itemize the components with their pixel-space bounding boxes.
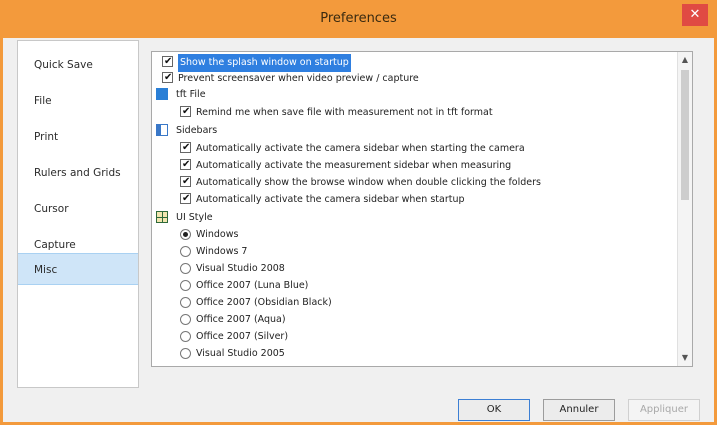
- prevent-screensaver-checkbox[interactable]: [162, 69, 173, 87]
- sidebar-item-quick-save[interactable]: Quick Save: [18, 49, 138, 81]
- sidebar-item-misc[interactable]: Misc: [18, 253, 138, 285]
- ui-style-radio[interactable]: [180, 314, 191, 325]
- ui-style-option-label: Office 2007 (Aqua): [196, 314, 286, 325]
- ui-style-option-label: Office 2007 (Luna Blue): [196, 280, 309, 291]
- ui-style-option-label: Windows 7: [196, 246, 248, 257]
- ui-style-radio[interactable]: [180, 229, 191, 240]
- sidebar-option-checkbox[interactable]: [180, 190, 191, 208]
- ui-style-option-label: Windows: [196, 229, 239, 240]
- ui-style-radio[interactable]: [180, 280, 191, 291]
- ui-style-option-label: Visual Studio 2008: [196, 263, 285, 274]
- sidebar-option-label: Automatically activate the measurement s…: [196, 160, 512, 171]
- sidebar-option-checkbox[interactable]: [180, 173, 191, 191]
- sidebar-item-cursor[interactable]: Cursor: [18, 193, 138, 225]
- close-icon: ✕: [689, 7, 701, 22]
- sidebar-item-rulers-and-grids[interactable]: Rulers and Grids: [18, 157, 138, 189]
- ui-style-option-label: Office 2007 (Obsidian Black): [196, 297, 332, 308]
- sidebar-item-print[interactable]: Print: [18, 121, 138, 153]
- grid-icon: [156, 211, 168, 223]
- ui-style-option-label: Office 2007 (Silver): [196, 331, 289, 342]
- apply-button[interactable]: Appliquer: [628, 399, 700, 421]
- scroll-down-icon[interactable]: ▼: [678, 352, 692, 364]
- category-sidebar: Quick Save File Print Rulers and Grids C…: [17, 40, 139, 388]
- sidebar-option-checkbox[interactable]: [180, 139, 191, 157]
- sidebar-option-label: Automatically show the browse window whe…: [196, 177, 541, 188]
- prevent-screensaver-label: Prevent screensaver when video preview /…: [178, 73, 419, 84]
- ui-style-radio[interactable]: [180, 348, 191, 359]
- tft-file-heading: tft File: [176, 89, 206, 100]
- sidebar-option-label: Automatically activate the camera sideba…: [196, 143, 525, 154]
- sidebar-option-label: Automatically activate the camera sideba…: [196, 194, 465, 205]
- file-icon: [156, 88, 168, 100]
- cancel-button[interactable]: Annuler: [543, 399, 615, 421]
- scroll-up-icon[interactable]: ▲: [678, 54, 692, 66]
- title-bar: Preferences ✕: [3, 0, 714, 38]
- preferences-window: Preferences ✕ Quick Save File Print Rule…: [0, 0, 717, 425]
- sidebars-heading: Sidebars: [176, 125, 218, 136]
- vertical-scrollbar[interactable]: ▲ ▼: [677, 52, 692, 366]
- dialog-footer: OK Annuler Appliquer: [3, 391, 714, 422]
- scroll-thumb[interactable]: [681, 70, 689, 200]
- sidebar-icon: [156, 124, 168, 136]
- misc-settings-panel: Show the splash window on startup Preven…: [151, 51, 693, 367]
- ui-style-heading: UI Style: [176, 212, 213, 223]
- window-title: Preferences: [320, 11, 397, 26]
- ui-style-radio[interactable]: [180, 263, 191, 274]
- ui-style-option-label: Visual Studio 2005: [196, 348, 285, 359]
- sidebar-item-file[interactable]: File: [18, 85, 138, 117]
- ui-style-radio[interactable]: [180, 297, 191, 308]
- remind-tft-checkbox[interactable]: [180, 103, 191, 121]
- ui-style-radio[interactable]: [180, 246, 191, 257]
- ok-button[interactable]: OK: [458, 399, 530, 421]
- sidebar-option-checkbox[interactable]: [180, 156, 191, 174]
- show-splash-checkbox[interactable]: [162, 53, 173, 71]
- remind-tft-label: Remind me when save file with measuremen…: [196, 107, 493, 118]
- ui-style-radio[interactable]: [180, 331, 191, 342]
- close-button[interactable]: ✕: [682, 4, 708, 26]
